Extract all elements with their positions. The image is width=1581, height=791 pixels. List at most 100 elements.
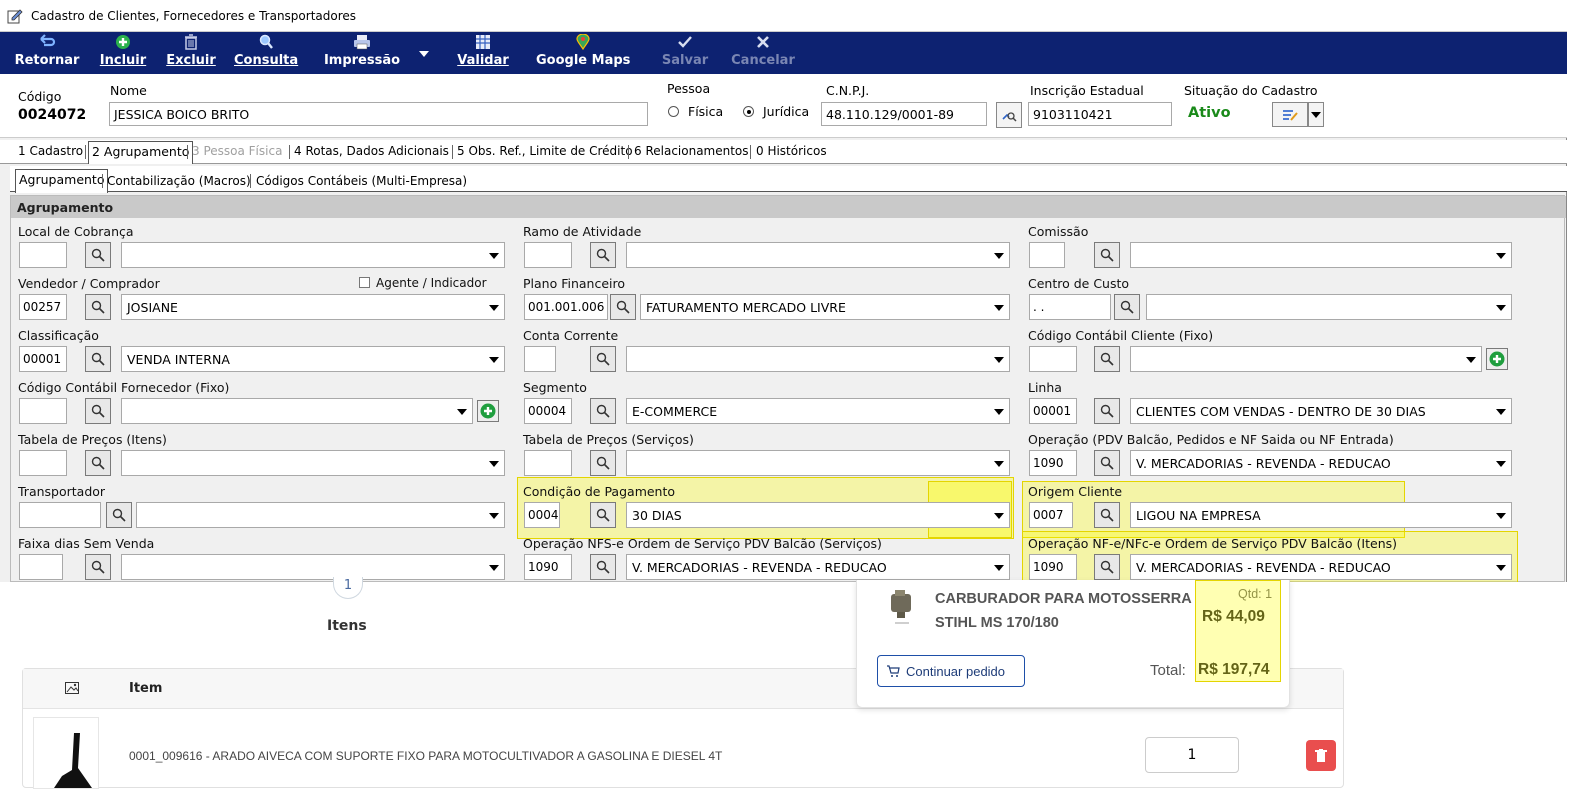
local-cobranca-code-input[interactable] (19, 242, 67, 268)
codigo-value: 0024072 (18, 107, 87, 123)
vendedor-search-button[interactable] (85, 294, 111, 320)
fisica-radio[interactable] (668, 106, 679, 117)
google-maps-button[interactable]: Google Maps (536, 34, 630, 72)
tab-historicos[interactable]: 0 Históricos (756, 144, 827, 158)
chevron-down-icon (994, 565, 1004, 571)
local-cobranca-select[interactable] (121, 242, 505, 268)
tabela-precos-servicos-code-input[interactable] (524, 450, 572, 476)
transportador-code-input[interactable] (19, 502, 101, 528)
faixa-dias-code-input[interactable] (19, 554, 63, 580)
cancelar-button[interactable]: Cancelar (730, 34, 796, 72)
retornar-button[interactable]: Retornar (14, 34, 80, 72)
condicao-pagamento-code-input[interactable]: 0004 (524, 502, 560, 528)
local-cobranca-search-button[interactable] (85, 242, 111, 268)
linha-search-button[interactable] (1094, 398, 1120, 424)
ie-input[interactable]: 9103110421 (1028, 102, 1172, 126)
transportador-search-button[interactable] (106, 502, 132, 528)
transportador-select[interactable] (136, 502, 505, 528)
item-quantity-input[interactable]: 1 (1145, 737, 1239, 773)
consulta-button[interactable]: Consulta (234, 34, 298, 72)
comissao-search-button[interactable] (1094, 242, 1120, 268)
subtab-codigos-contabeis[interactable]: Códigos Contábeis (Multi-Empresa) (256, 174, 467, 188)
operacao-pdv-code-input[interactable]: 1090 (1029, 450, 1077, 476)
cod-contabil-cliente-search-button[interactable] (1094, 346, 1120, 372)
nome-input[interactable]: JESSICA BOICO BRITO (109, 102, 648, 126)
segmento-select-value: E-COMMERCE (632, 404, 718, 419)
centro-custo-select[interactable] (1146, 294, 1512, 320)
plano-financeiro-select[interactable]: FATURAMENTO MERCADO LIVRE (640, 294, 1010, 320)
cod-contabil-fornecedor-search-button[interactable] (85, 398, 111, 424)
centro-custo-code-input[interactable]: . . (1029, 294, 1111, 320)
tabela-precos-itens-code-input[interactable] (19, 450, 67, 476)
tabela-precos-itens-select[interactable] (121, 450, 505, 476)
salvar-button[interactable]: Salvar (660, 34, 710, 72)
subtab-agrupamento[interactable]: Agrupamento (15, 169, 109, 193)
faixa-dias-select[interactable] (121, 554, 505, 580)
operacao-nfse-code-input[interactable]: 1090 (524, 554, 572, 580)
subtab-contabilizacao[interactable]: Contabilização (Macros) (107, 174, 251, 188)
origem-cliente-select[interactable]: LIGOU NA EMPRESA (1130, 502, 1512, 528)
excluir-button[interactable]: Excluir (164, 34, 218, 72)
linha-code-input[interactable]: 00001 (1029, 398, 1077, 424)
ramo-atividade-search-button[interactable] (590, 242, 616, 268)
classificacao-search-button[interactable] (85, 346, 111, 372)
tab-relacionamentos[interactable]: 6 Relacionamentos (634, 144, 749, 158)
operacao-pdv-search-button[interactable] (1094, 450, 1120, 476)
segmento-search-button[interactable] (590, 398, 616, 424)
segmento-code-input[interactable]: 00004 (524, 398, 572, 424)
tab-pessoa-fisica[interactable]: 3 Pessoa Física (192, 144, 282, 158)
operacao-nfse-label: Operação NFS-e Ordem de Serviço PDV Balc… (523, 536, 882, 551)
operacao-nfse-search-button[interactable] (590, 554, 616, 580)
segmento-select[interactable]: E-COMMERCE (626, 398, 1010, 424)
situacao-dropdown[interactable] (1308, 102, 1324, 127)
situacao-button[interactable] (1272, 102, 1308, 127)
cnpj-input[interactable]: 48.110.129/0001-89 (821, 102, 987, 126)
tab-obs-ref[interactable]: 5 Obs. Ref., Limite de Crédito (457, 144, 633, 158)
operacao-nfe-search-button[interactable] (1094, 554, 1120, 580)
validar-button[interactable]: Validar (456, 34, 510, 72)
ramo-atividade-code-input[interactable] (524, 242, 572, 268)
agente-checkbox[interactable] (359, 277, 370, 288)
cnpj-lookup-button[interactable] (996, 102, 1022, 128)
operacao-nfe-code-input[interactable]: 1090 (1029, 554, 1077, 580)
plano-financeiro-search-button[interactable] (610, 294, 636, 320)
tabela-precos-servicos-select[interactable] (626, 450, 1010, 476)
conta-corrente-code-input[interactable] (524, 346, 556, 372)
cod-contabil-fornecedor-code-input[interactable] (19, 398, 67, 424)
comissao-select[interactable] (1130, 242, 1512, 268)
vendedor-code-input[interactable]: 00257 (19, 294, 67, 320)
conta-corrente-select[interactable] (626, 346, 1010, 372)
conta-corrente-search-button[interactable] (590, 346, 616, 372)
cod-contabil-cliente-select[interactable] (1130, 346, 1482, 372)
operacao-nfe-select[interactable]: V. MERCADORIAS - REVENDA - REDUCAO (1130, 554, 1512, 580)
tab-agrupamento[interactable]: 2 Agrupamento (88, 141, 194, 164)
incluir-button[interactable]: Incluir (98, 34, 148, 72)
cod-contabil-fornecedor-select[interactable] (121, 398, 473, 424)
plano-financeiro-code-input[interactable]: 001.001.006 (524, 294, 608, 320)
origem-cliente-search-button[interactable] (1094, 502, 1120, 528)
faixa-dias-search-button[interactable] (85, 554, 111, 580)
operacao-pdv-select[interactable]: V. MERCADORIAS - REVENDA - REDUCAO (1130, 450, 1512, 476)
cod-contabil-cliente-code-input[interactable] (1029, 346, 1077, 372)
ramo-atividade-select[interactable] (626, 242, 1010, 268)
linha-select[interactable]: CLIENTES COM VENDAS - DENTRO DE 30 DIAS (1130, 398, 1512, 424)
juridica-radio[interactable] (743, 106, 754, 117)
classificacao-select[interactable]: VENDA INTERNA (121, 346, 505, 372)
cod-contabil-cliente-add-button[interactable] (1486, 348, 1508, 370)
comissao-code-input[interactable] (1029, 242, 1065, 268)
impressao-button[interactable]: Impressão (322, 34, 402, 72)
continuar-pedido-button[interactable]: Continuar pedido (877, 655, 1025, 687)
origem-cliente-code-input[interactable]: 0007 (1029, 502, 1073, 528)
tab-cadastro[interactable]: 1 Cadastro (18, 144, 83, 158)
centro-custo-search-button[interactable] (1114, 294, 1140, 320)
delete-item-button[interactable] (1306, 740, 1336, 771)
condicao-pagamento-select[interactable]: 30 DIAS (626, 502, 1010, 528)
condicao-pagamento-search-button[interactable] (590, 502, 616, 528)
tabela-precos-servicos-search-button[interactable] (590, 450, 616, 476)
classificacao-code-input[interactable]: 00001 (19, 346, 67, 372)
tab-rotas[interactable]: 4 Rotas, Dados Adicionais (294, 144, 449, 158)
vendedor-select[interactable]: JOSIANE (121, 294, 505, 320)
operacao-nfse-select[interactable]: V. MERCADORIAS - REVENDA - REDUCAO (626, 554, 1010, 580)
cod-contabil-fornecedor-add-button[interactable] (477, 400, 499, 422)
tabela-precos-itens-search-button[interactable] (85, 450, 111, 476)
